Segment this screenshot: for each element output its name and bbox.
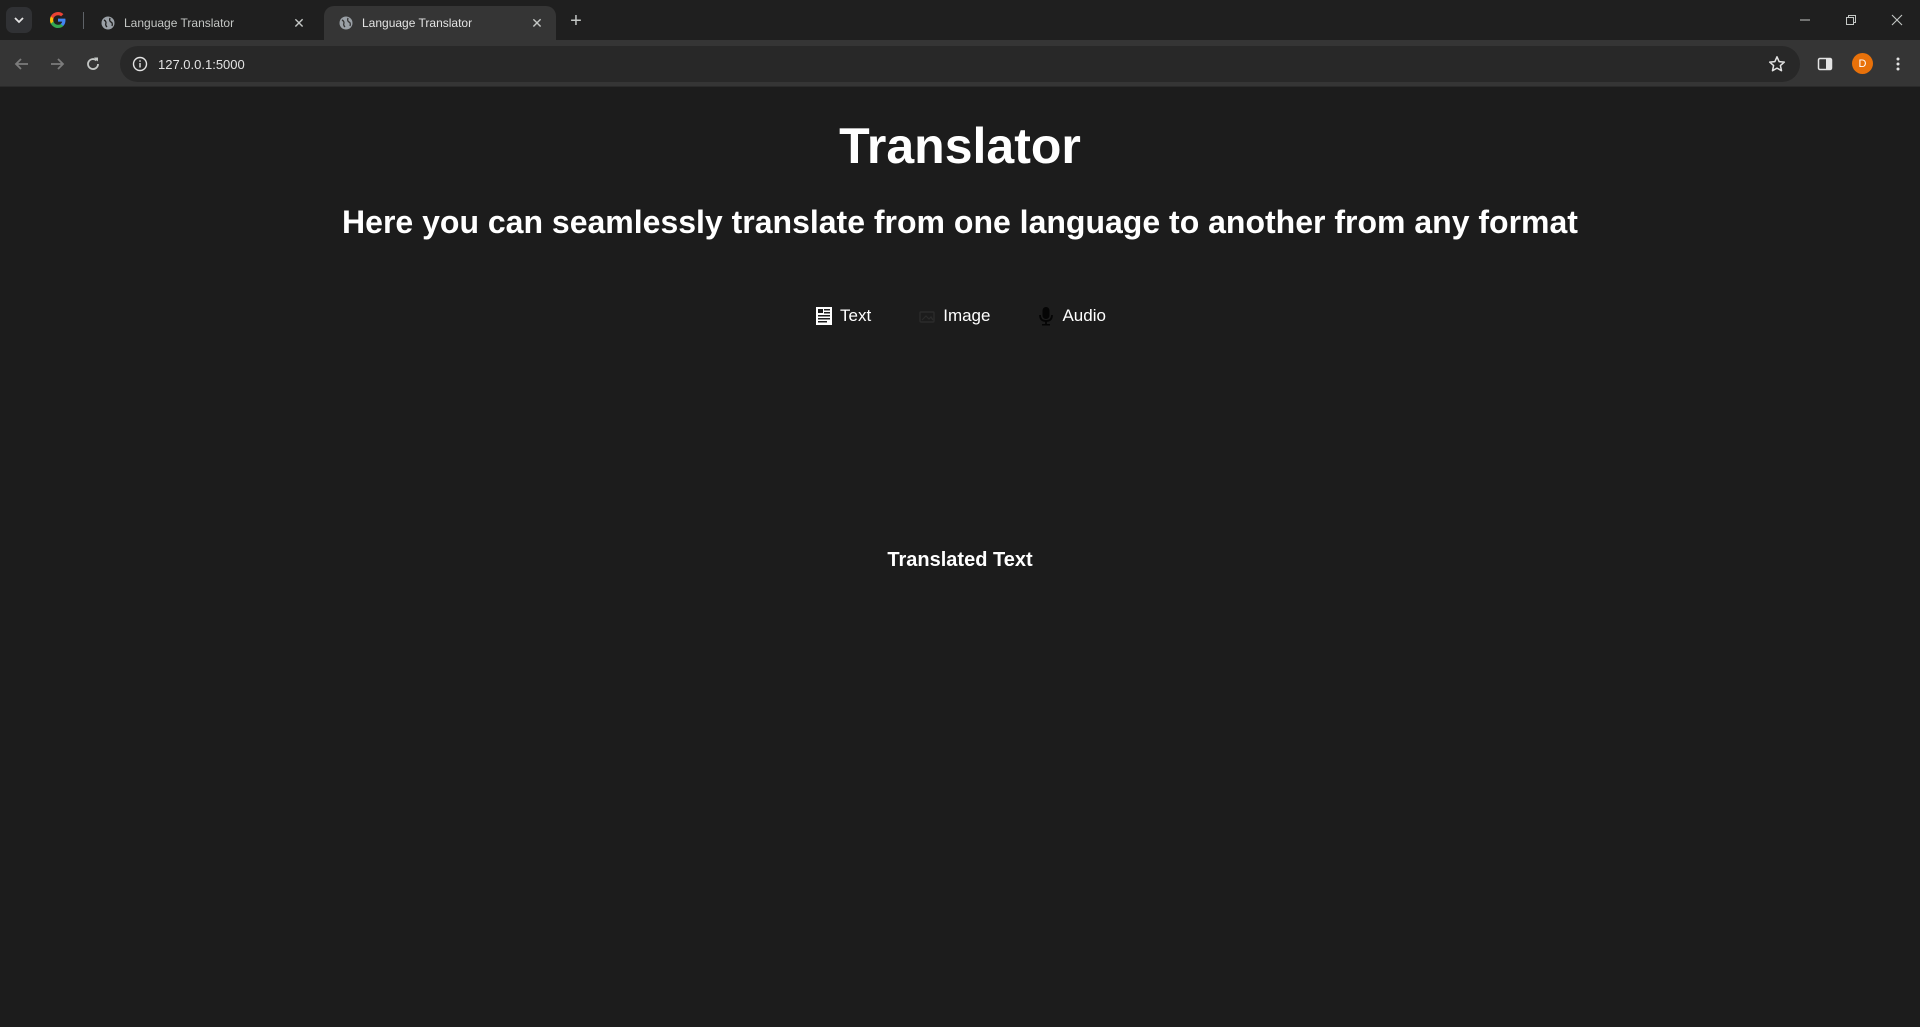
image-mode-button[interactable]: Image bbox=[909, 302, 998, 330]
avatar-initial: D bbox=[1858, 57, 1867, 70]
text-mode-label: Text bbox=[840, 306, 872, 325]
tab-language-translator-2[interactable]: Language Translator ✕ bbox=[324, 6, 556, 40]
restore-icon bbox=[1846, 15, 1856, 25]
back-button[interactable] bbox=[8, 50, 36, 78]
more-vertical-icon bbox=[1896, 57, 1900, 71]
translated-text-heading: Translated Text bbox=[887, 549, 1033, 571]
arrow-left-icon bbox=[14, 58, 28, 70]
close-tab-icon[interactable]: ✕ bbox=[528, 14, 546, 32]
audio-mode-label: Audio bbox=[1062, 306, 1106, 325]
page-content: Translator Here you can seamlessly trans… bbox=[0, 87, 1920, 1027]
arrow-right-icon bbox=[51, 58, 65, 70]
plus-icon: + bbox=[570, 10, 582, 32]
restore-button[interactable] bbox=[1828, 0, 1874, 40]
tab-title: Language Translator bbox=[362, 16, 473, 30]
address-bar[interactable]: 127.0.0.1:5000 bbox=[120, 46, 1800, 82]
site-info-icon[interactable] bbox=[132, 56, 148, 72]
minimize-icon bbox=[1800, 19, 1810, 21]
browser-menu-button[interactable] bbox=[1887, 53, 1909, 75]
reload-button[interactable] bbox=[79, 50, 107, 78]
audio-mode-button[interactable]: Audio bbox=[1028, 302, 1113, 330]
bookmark-star-icon[interactable] bbox=[1768, 55, 1786, 73]
reload-icon bbox=[87, 57, 99, 70]
google-icon bbox=[50, 12, 66, 28]
mode-selector: Text Image Audio bbox=[0, 302, 1920, 330]
tab-search-button[interactable] bbox=[6, 7, 32, 33]
image-mode-label: Image bbox=[943, 306, 991, 325]
globe-icon bbox=[100, 15, 116, 31]
profile-avatar[interactable]: D bbox=[1852, 53, 1873, 74]
image-icon bbox=[917, 306, 937, 326]
close-window-button[interactable] bbox=[1874, 0, 1920, 40]
close-icon bbox=[1891, 14, 1903, 26]
page-subtitle: Here you can seamlessly translate from o… bbox=[342, 204, 1578, 240]
chevron-down-icon bbox=[14, 17, 24, 24]
page-title: Translator bbox=[839, 118, 1081, 174]
browser-toolbar: 127.0.0.1:5000 D bbox=[0, 40, 1920, 87]
tab-strip: Language Translator ✕ Language Translato… bbox=[0, 0, 1920, 40]
minimize-button[interactable] bbox=[1782, 0, 1828, 40]
tab-title: Language Translator bbox=[124, 16, 235, 30]
tab-separator bbox=[83, 12, 84, 29]
text-document-icon bbox=[814, 306, 834, 326]
globe-icon bbox=[338, 15, 354, 31]
pinned-tab-google[interactable] bbox=[46, 8, 70, 32]
side-panel-button[interactable] bbox=[1814, 53, 1836, 75]
text-mode-button[interactable]: Text bbox=[806, 302, 879, 330]
microphone-icon bbox=[1036, 306, 1056, 326]
close-tab-icon[interactable]: ✕ bbox=[290, 14, 308, 32]
new-tab-button[interactable]: + bbox=[564, 9, 588, 33]
url-text: 127.0.0.1:5000 bbox=[158, 56, 245, 72]
side-panel-icon bbox=[1817, 57, 1833, 71]
forward-button[interactable] bbox=[43, 50, 71, 78]
tab-language-translator-1[interactable]: Language Translator ✕ bbox=[86, 6, 318, 40]
